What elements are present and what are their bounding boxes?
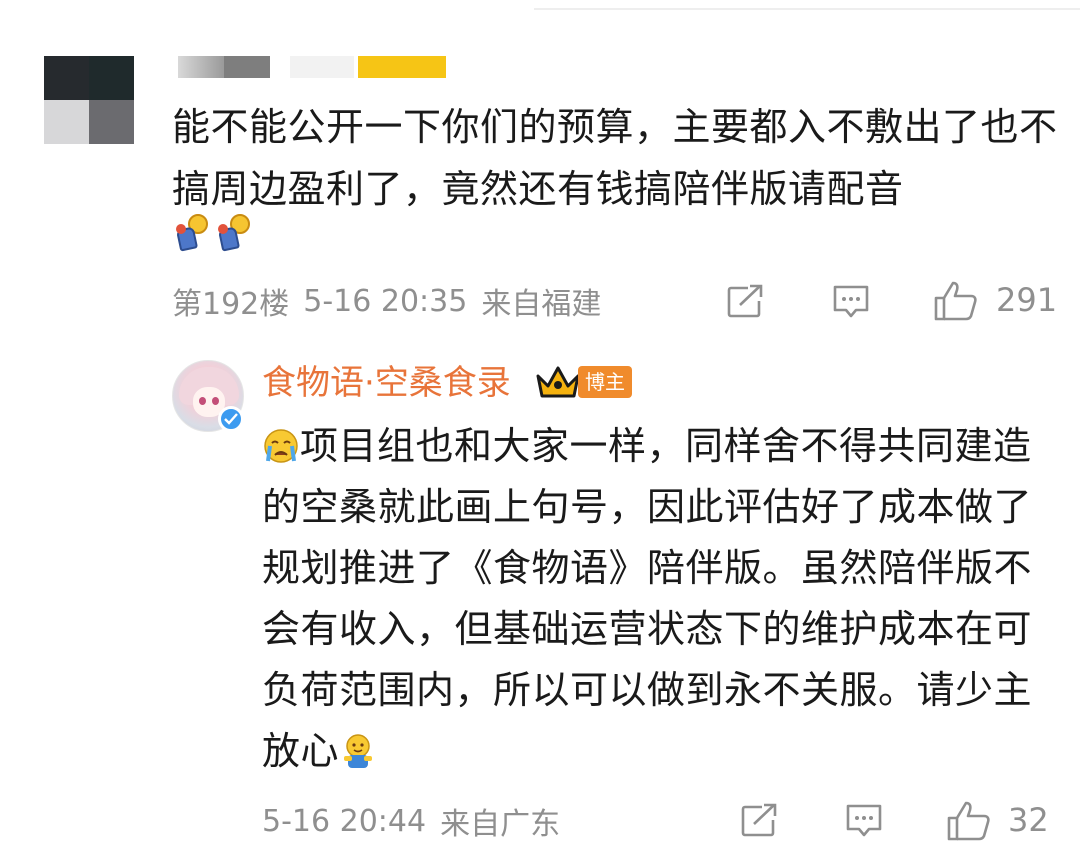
share-icon[interactable] xyxy=(740,802,780,838)
crying-face-icon xyxy=(264,429,298,463)
reply-time: 5-16 20:44 xyxy=(262,803,427,839)
reply-location: 来自广东 xyxy=(440,807,561,842)
hug-emoji-icon xyxy=(344,734,373,768)
reply-text: 项目组也和大家一样，同样舍不得共同建造的空桑就此画上句号，因此评估好了成本做了规… xyxy=(262,416,1052,782)
crown-icon xyxy=(536,366,580,398)
comment-icon[interactable] xyxy=(832,284,870,320)
comment-location: 来自福建 xyxy=(481,287,602,322)
comment-text: 能不能公开一下你们的预算，主要都入不敷出了也不搞周边盈利了，竟然还有钱搞陪伴版请… xyxy=(172,105,1058,211)
reply-meta: 5-16 20:44 来自广东 xyxy=(262,800,574,843)
pin-holding-emoji-icon xyxy=(216,212,252,252)
like-icon[interactable] xyxy=(933,280,979,322)
comment-time: 5-16 20:35 xyxy=(303,283,468,319)
comment-meta: 第192楼 5-16 20:35 来自福建 xyxy=(172,280,615,323)
top-divider xyxy=(534,8,1080,10)
username-redacted xyxy=(290,56,354,78)
verified-icon xyxy=(218,406,244,432)
floor-number: 第192楼 xyxy=(172,287,290,322)
username-redacted xyxy=(224,56,270,78)
like-count: 32 xyxy=(1008,801,1049,839)
comment-emojis xyxy=(174,212,252,252)
comment-icon[interactable] xyxy=(845,803,883,839)
like-icon[interactable] xyxy=(946,800,992,842)
pin-holding-emoji-icon xyxy=(174,212,210,252)
user-badge-redacted xyxy=(358,56,446,78)
blogger-badge: 博主 xyxy=(578,366,632,398)
like-count: 291 xyxy=(996,281,1058,319)
avatar[interactable] xyxy=(44,56,134,144)
share-icon[interactable] xyxy=(726,283,766,319)
username-redacted xyxy=(178,56,224,78)
author-name[interactable]: 食物语·空桑食录 xyxy=(262,360,511,406)
reply-body: 项目组也和大家一样，同样舍不得共同建造的空桑就此画上句号，因此评估好了成本做了规… xyxy=(262,424,1033,773)
